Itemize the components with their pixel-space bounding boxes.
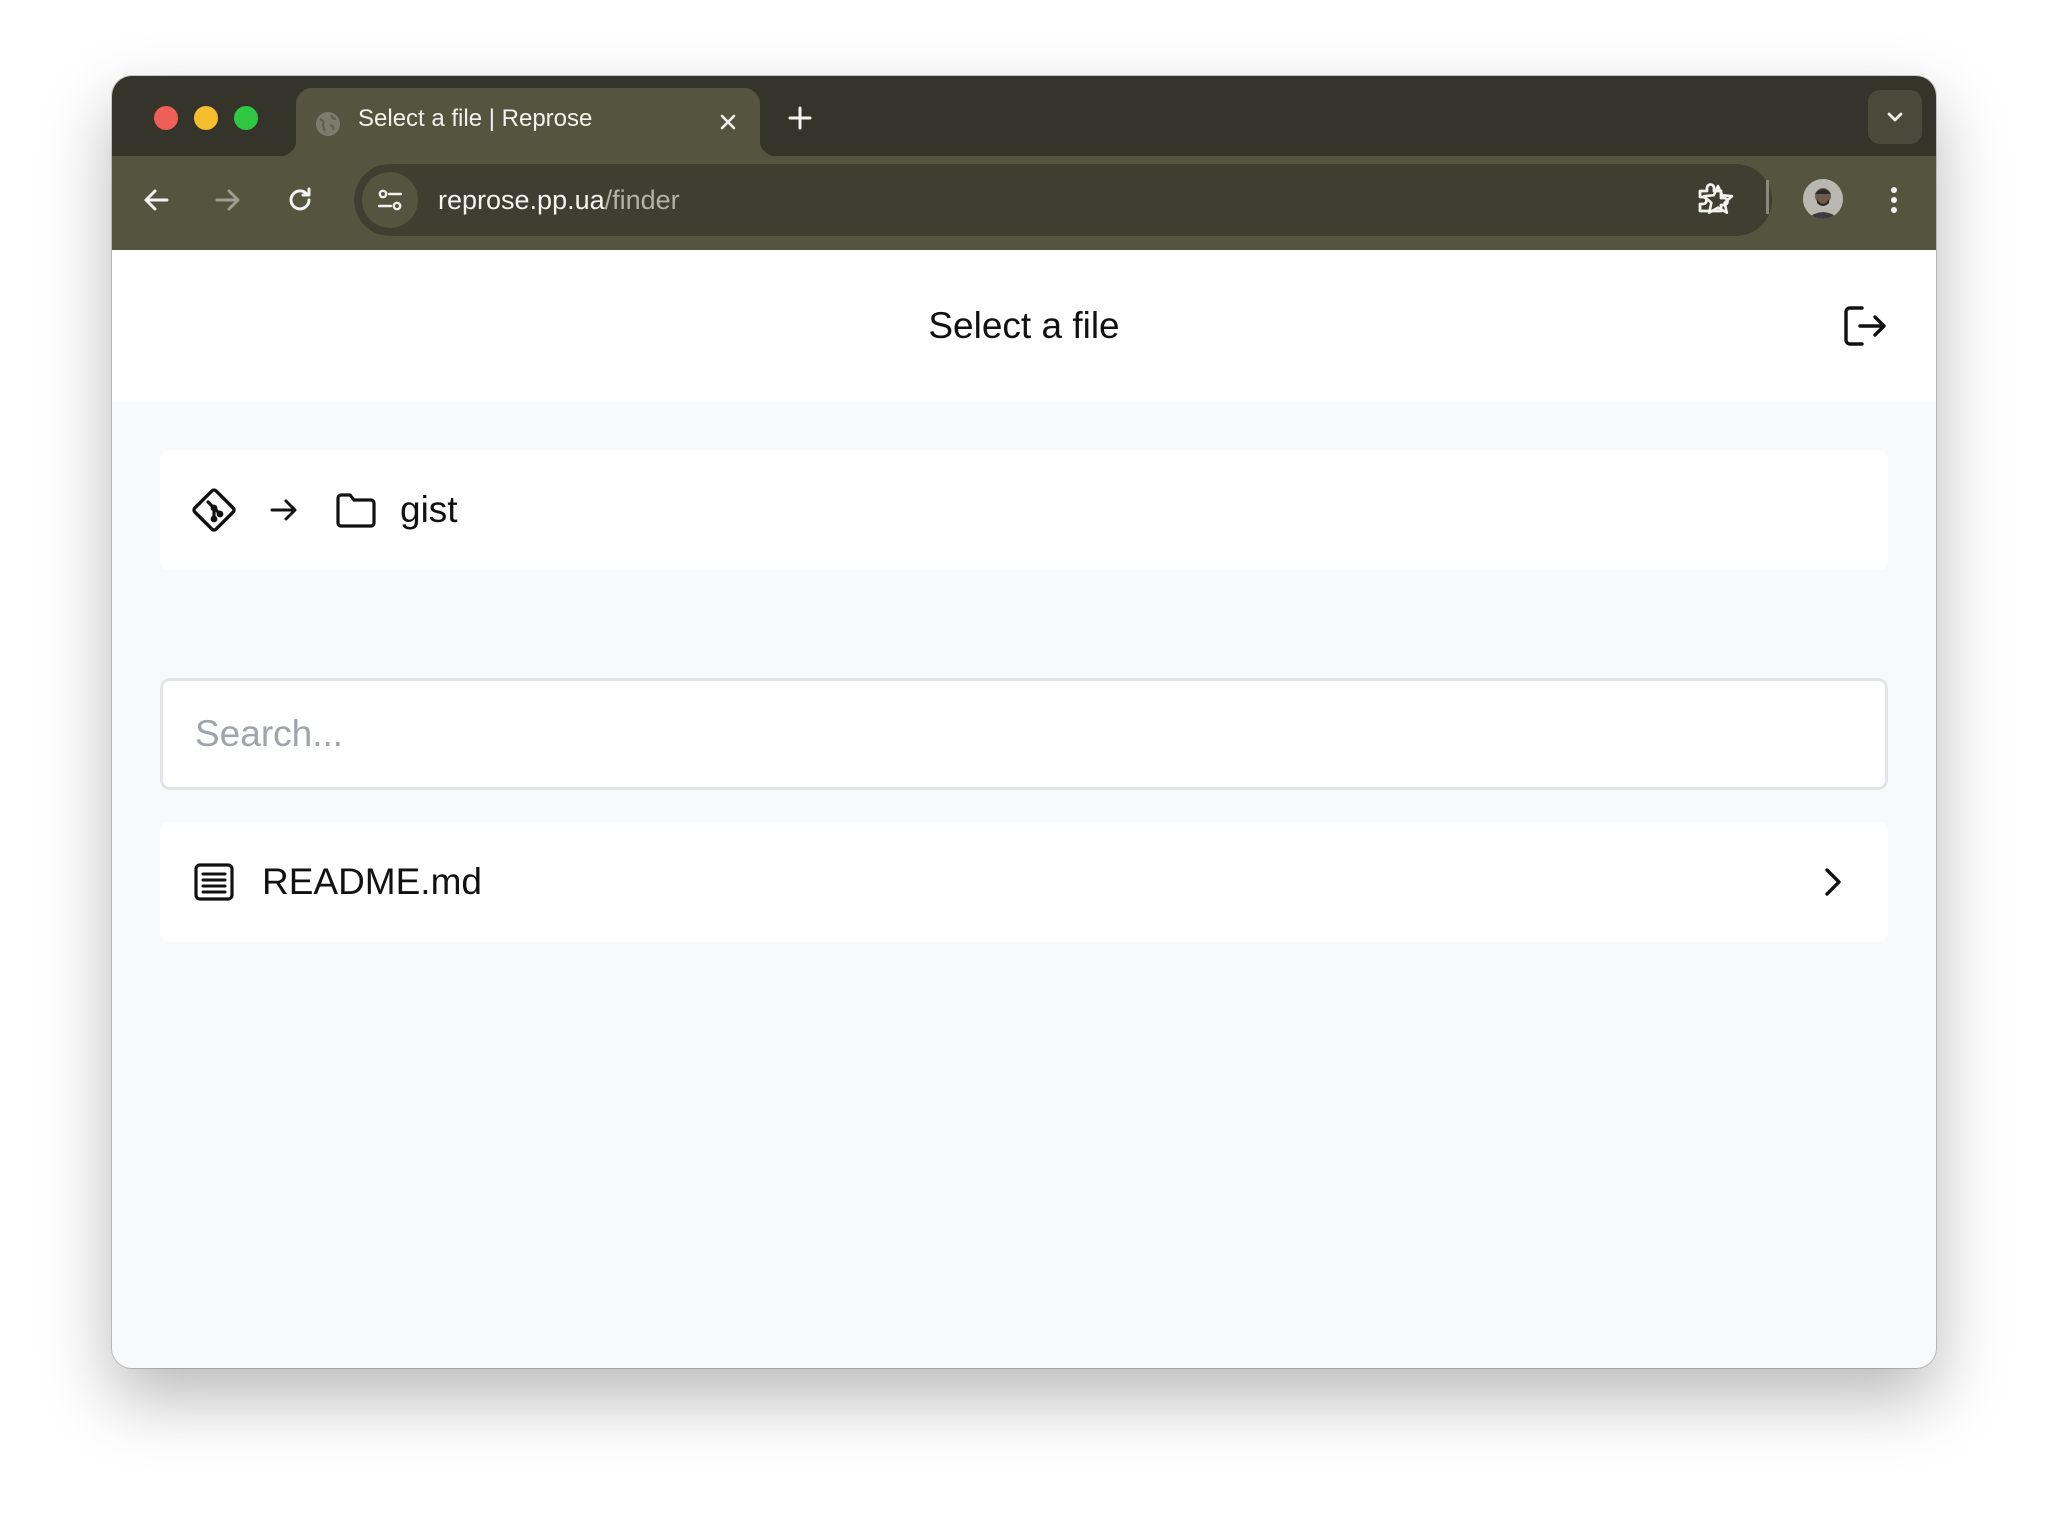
logout-icon[interactable] bbox=[1838, 300, 1890, 352]
site-info-button[interactable] bbox=[362, 172, 418, 228]
arrow-right-icon[interactable] bbox=[208, 180, 248, 220]
url-path: /finder bbox=[604, 185, 680, 215]
profile-picture bbox=[1803, 179, 1843, 219]
browser-window: Select a file | Reprose reprose.pp.ua/fi… bbox=[112, 76, 1936, 1368]
folder-icon bbox=[336, 493, 376, 528]
close-window-button[interactable] bbox=[154, 106, 178, 130]
file-name: README.md bbox=[262, 861, 482, 902]
globe-icon bbox=[316, 112, 340, 136]
browser-tab[interactable]: Select a file | Reprose bbox=[280, 88, 776, 156]
minimize-window-button[interactable] bbox=[194, 106, 218, 130]
page-content: Select a file gist Search... README.md bbox=[112, 250, 1936, 1368]
url-text[interactable]: reprose.pp.ua/finder bbox=[438, 164, 680, 236]
tab-title: Select a file | Reprose bbox=[358, 105, 593, 132]
tab-search-button[interactable] bbox=[1868, 90, 1922, 144]
tab-strip: Select a file | Reprose bbox=[112, 76, 1936, 156]
file-row[interactable]: README.md bbox=[160, 822, 1888, 942]
toolbar-divider bbox=[1766, 180, 1769, 214]
chevron-down-icon bbox=[1887, 112, 1903, 122]
search-box bbox=[160, 678, 1888, 790]
puzzle-icon[interactable] bbox=[1692, 178, 1732, 218]
breadcrumb: gist bbox=[160, 450, 1888, 570]
plus-icon[interactable] bbox=[782, 100, 818, 136]
reload-icon[interactable] bbox=[280, 180, 320, 220]
arrow-left-icon[interactable] bbox=[136, 180, 176, 220]
arrow-right-icon bbox=[270, 499, 297, 521]
avatar[interactable] bbox=[1803, 179, 1843, 219]
more-vertical-icon[interactable] bbox=[1874, 180, 1914, 220]
page-title: Select a file bbox=[928, 305, 1120, 346]
document-icon bbox=[194, 863, 234, 901]
url-host: reprose.pp.ua bbox=[438, 185, 605, 215]
app-header: Select a file bbox=[112, 250, 1936, 402]
chevron-right-icon bbox=[1825, 868, 1841, 896]
address-bar[interactable]: reprose.pp.ua/finder bbox=[354, 164, 1772, 236]
git-icon[interactable] bbox=[190, 486, 238, 534]
tune-icon bbox=[377, 189, 403, 211]
close-icon[interactable] bbox=[714, 108, 742, 136]
maximize-window-button[interactable] bbox=[234, 106, 258, 130]
breadcrumb-folder-label[interactable]: gist bbox=[400, 450, 458, 570]
search-input[interactable] bbox=[163, 681, 1885, 787]
